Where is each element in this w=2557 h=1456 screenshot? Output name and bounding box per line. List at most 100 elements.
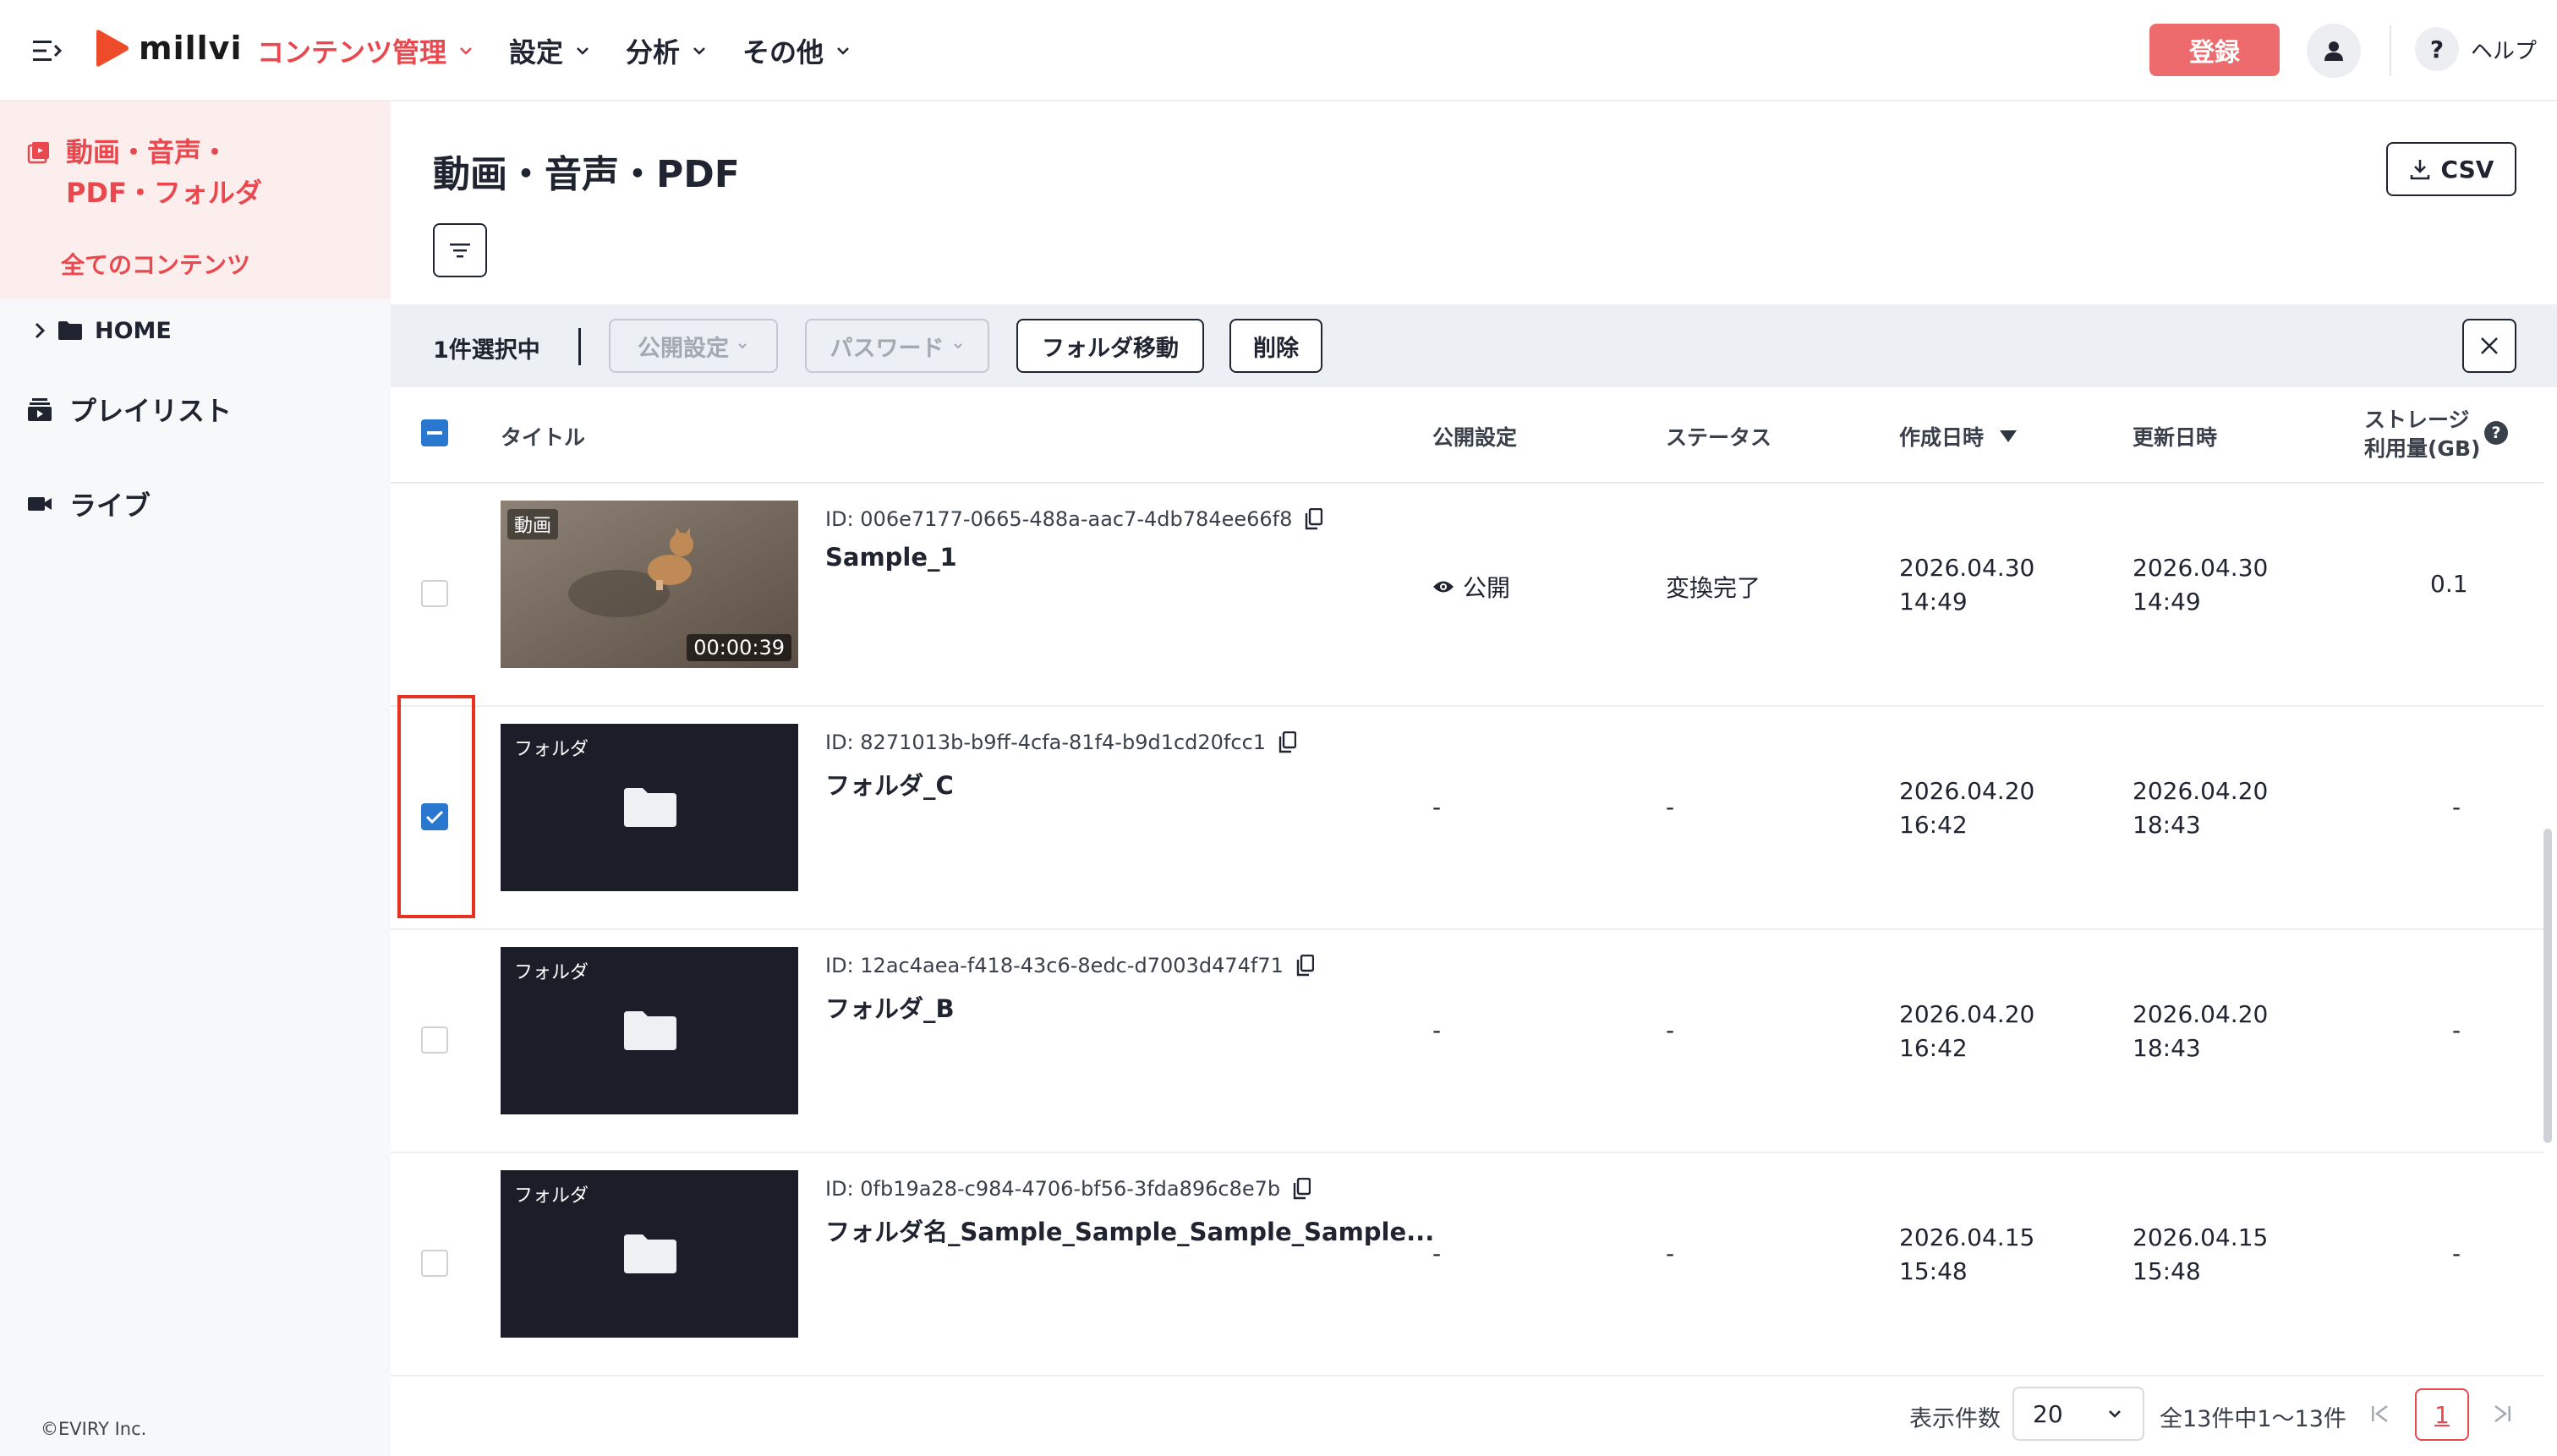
updated-date: 2026.04.20 xyxy=(2133,777,2269,805)
chevron-right-icon[interactable] xyxy=(34,321,46,340)
sidebar-item-playlist[interactable]: プレイリスト xyxy=(0,362,391,457)
column-created[interactable]: 作成日時 xyxy=(1899,421,2018,452)
table-row[interactable]: フォルダ ID: 12ac4aea-f418-43c6-8edc-d7003d4… xyxy=(391,930,2543,1153)
main-nav: コンテンツ管理 設定 分析 その他 xyxy=(257,25,886,76)
storage-value: - xyxy=(2452,1016,2461,1044)
row-checkbox[interactable] xyxy=(421,580,448,607)
header-divider xyxy=(2390,25,2391,76)
column-updated[interactable]: 更新日時 xyxy=(2133,421,2217,452)
storage-help-icon[interactable]: ? xyxy=(2484,421,2508,445)
updated-datetime: 2026.04.20 18:43 xyxy=(2133,775,2268,842)
csv-label: CSV xyxy=(2440,155,2494,183)
created-date: 2026.04.20 xyxy=(1899,777,2035,805)
item-id-text: ID: 006e7177-0665-488a-aac7-4db784ee66f8 xyxy=(825,507,1293,531)
folder-thumbnail[interactable]: フォルダ xyxy=(501,947,798,1114)
folder-thumbnail[interactable]: フォルダ xyxy=(501,1170,798,1338)
publish-status: - xyxy=(1432,1240,1442,1267)
table-row[interactable]: フォルダ ID: 0fb19a28-c984-4706-bf56-3fda896… xyxy=(391,1153,2543,1377)
item-title[interactable]: フォルダ_B xyxy=(825,989,955,1025)
column-status[interactable]: ステータス xyxy=(1666,421,1771,452)
chevron-down-icon xyxy=(577,47,589,55)
column-storage-line2: 利用量(GB) xyxy=(2364,436,2481,461)
filter-button[interactable] xyxy=(433,223,487,277)
column-storage-line1: ストレージ xyxy=(2364,408,2470,432)
logo-play-icon xyxy=(96,30,129,67)
eye-icon xyxy=(1433,581,1454,593)
created-date: 2026.04.20 xyxy=(1899,1000,2035,1028)
column-title[interactable]: タイトル xyxy=(501,421,585,452)
move-folder-button[interactable]: フォルダ移動 xyxy=(1016,319,1204,373)
folder-icon xyxy=(58,321,82,340)
sidebar-item-label: プレイリスト xyxy=(69,395,233,427)
updated-date: 2026.04.30 xyxy=(2133,554,2269,582)
publish-setting-label: 公開設定 xyxy=(638,335,729,362)
sidebar-group-title-line1: 動画・音声・ xyxy=(66,136,229,168)
item-id-text: ID: 12ac4aea-f418-43c6-8edc-d7003d474f71 xyxy=(825,954,1284,977)
select-all-checkbox[interactable] xyxy=(421,419,448,446)
item-id: ID: 0fb19a28-c984-4706-bf56-3fda896c8e7b xyxy=(825,1177,1311,1201)
created-date: 2026.04.15 xyxy=(1899,1223,2035,1251)
updated-time: 15:48 xyxy=(2133,1257,2201,1285)
row-checkbox[interactable] xyxy=(421,1026,448,1054)
sidebar-item-live[interactable]: ライブ xyxy=(0,457,391,551)
sidebar-item-label: ライブ xyxy=(69,490,151,522)
register-button[interactable]: 登録 xyxy=(2149,24,2280,76)
nav-other[interactable]: その他 xyxy=(742,31,852,70)
row-checkbox[interactable] xyxy=(421,1250,448,1277)
item-title[interactable]: Sample_1 xyxy=(825,543,957,572)
delete-button[interactable]: 削除 xyxy=(1229,319,1322,373)
sidebar-item-all-contents[interactable]: 全てのコンテンツ xyxy=(61,247,250,281)
last-page-icon[interactable] xyxy=(2483,1393,2523,1434)
nav-label: 設定 xyxy=(509,36,564,68)
nav-settings[interactable]: 設定 xyxy=(509,31,592,70)
created-datetime: 2026.04.20 16:42 xyxy=(1899,775,2034,842)
publish-setting-button[interactable]: 公開設定 xyxy=(609,319,778,373)
item-title[interactable]: フォルダ名_Sample_Sample_Sample_Sample... xyxy=(825,1212,1434,1248)
csv-download-button[interactable]: CSV xyxy=(2386,142,2516,196)
sort-desc-icon[interactable] xyxy=(1999,429,2018,444)
per-page-select[interactable]: 20 xyxy=(2012,1387,2144,1441)
help-link[interactable]: ? ヘルプ xyxy=(2415,27,2537,71)
password-button[interactable]: パスワード xyxy=(805,319,989,373)
storage-value: - xyxy=(2452,1240,2461,1267)
first-page-icon[interactable] xyxy=(2359,1393,2400,1434)
copy-icon[interactable] xyxy=(1295,955,1314,977)
nav-content-management[interactable]: コンテンツ管理 xyxy=(257,31,475,70)
account-button[interactable] xyxy=(2307,24,2361,78)
folder-icon xyxy=(624,1011,676,1050)
updated-datetime: 2026.04.30 14:49 xyxy=(2133,551,2268,619)
created-datetime: 2026.04.30 14:49 xyxy=(1899,551,2034,619)
copy-icon[interactable] xyxy=(1292,1178,1311,1200)
sidebar: 動画・音声・ PDF・フォルダ 全てのコンテンツ HOME プレイリスト ライブ… xyxy=(0,101,391,1456)
created-time: 14:49 xyxy=(1899,588,1968,616)
column-storage[interactable]: ストレージ 利用量(GB) xyxy=(2364,406,2480,463)
copy-icon[interactable] xyxy=(1278,731,1297,753)
vertical-scrollbar[interactable] xyxy=(2543,829,2552,1143)
sidebar-group-contents[interactable]: 動画・音声・ PDF・フォルダ 全てのコンテンツ xyxy=(0,101,391,299)
publish-status: - xyxy=(1432,1016,1442,1044)
millvi-logo[interactable]: millvi xyxy=(91,29,242,68)
item-title[interactable]: フォルダ_C xyxy=(825,766,954,802)
storage-value: - xyxy=(2452,793,2461,821)
help-label: ヘルプ xyxy=(2471,38,2538,64)
close-selection-button[interactable] xyxy=(2462,319,2516,373)
sidebar-item-home[interactable]: HOME xyxy=(0,299,391,362)
filter-icon xyxy=(450,244,470,258)
video-thumbnail[interactable]: 動画 00:00:39 xyxy=(501,501,798,668)
table-header: タイトル 公開設定 ステータス 作成日時 更新日時 ストレージ 利用量(GB) … xyxy=(391,387,2543,484)
copy-icon[interactable] xyxy=(1304,508,1323,530)
column-publish[interactable]: 公開設定 xyxy=(1432,421,1517,452)
page-title: 動画・音声・PDF xyxy=(433,153,740,196)
table-row[interactable]: フォルダ ID: 8271013b-b9ff-4cfa-81f4-b9d1cd2… xyxy=(391,707,2543,930)
page-number-button[interactable]: 1 xyxy=(2415,1388,2469,1441)
folder-thumbnail[interactable]: フォルダ xyxy=(501,724,798,891)
menu-toggle-icon[interactable] xyxy=(24,30,71,71)
chevron-down-icon xyxy=(738,343,747,349)
close-icon xyxy=(2481,337,2498,354)
table-row[interactable]: 動画 00:00:39 ID: 006e7177-0665-488a-aac7-… xyxy=(391,484,2543,707)
updated-date: 2026.04.20 xyxy=(2133,1000,2269,1028)
nav-analytics[interactable]: 分析 xyxy=(626,31,709,70)
updated-datetime: 2026.04.20 18:43 xyxy=(2133,998,2268,1065)
storage-value: 0.1 xyxy=(2430,570,2468,598)
publish-status: 公開 xyxy=(1432,570,1510,604)
